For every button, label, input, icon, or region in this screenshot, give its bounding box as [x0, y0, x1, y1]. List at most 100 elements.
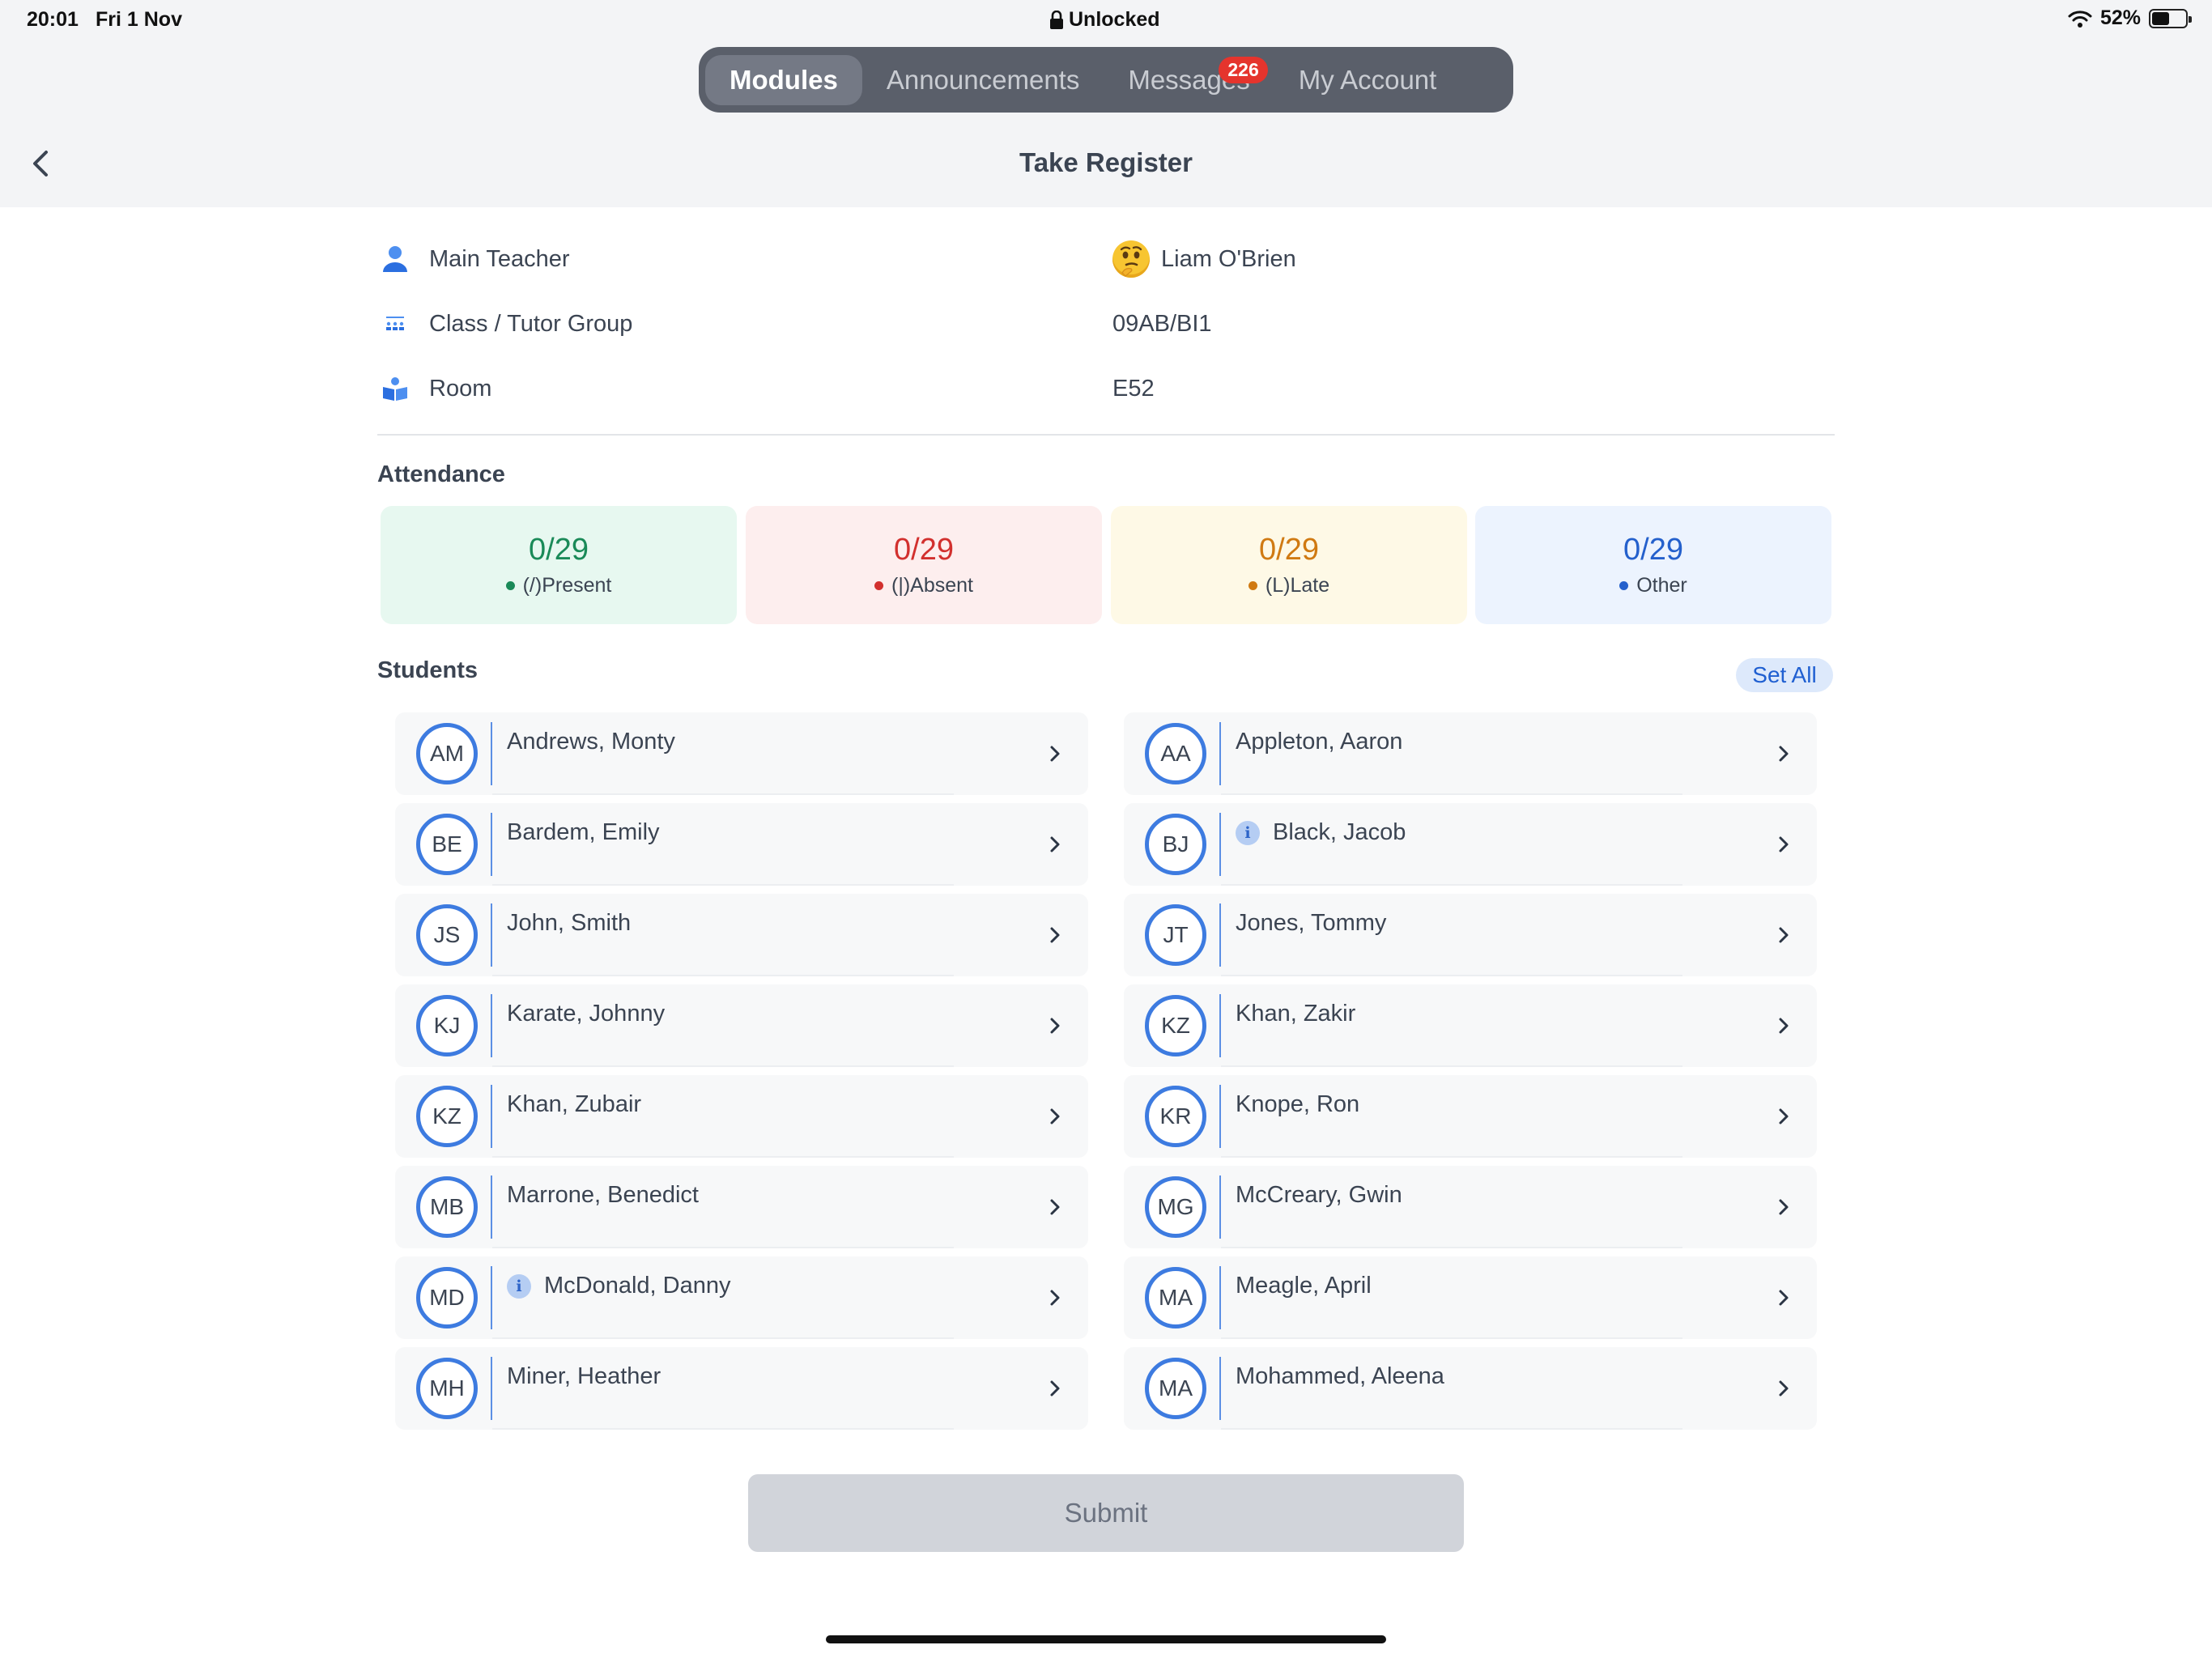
- student-row[interactable]: BJ i Black, Jacob: [1124, 803, 1817, 886]
- row-separator: [491, 1175, 492, 1239]
- student-name: Black, Jacob: [1273, 819, 1406, 845]
- home-indicator: [826, 1635, 1386, 1643]
- student-name-wrap: i McDonald, Danny: [507, 1273, 731, 1299]
- student-avatar: MH: [416, 1358, 478, 1419]
- student-avatar: KZ: [416, 1086, 478, 1147]
- info-icon[interactable]: i: [1236, 820, 1260, 845]
- wifi-icon: [2068, 10, 2092, 28]
- student-name-wrap: Khan, Zubair: [507, 1091, 641, 1118]
- tab-my-account[interactable]: My Account: [1274, 55, 1461, 105]
- tab-label: Modules: [730, 64, 838, 95]
- student-row[interactable]: KZ Khan, Zakir: [1124, 984, 1817, 1067]
- student-row[interactable]: AA Appleton, Aaron: [1124, 712, 1817, 795]
- student-row[interactable]: AM Andrews, Monty: [395, 712, 1088, 795]
- row-separator: [491, 1085, 492, 1148]
- main-teacher-row: Main Teacher: [377, 239, 570, 279]
- chevron-right-icon: [1050, 836, 1060, 852]
- student-row[interactable]: KR Knope, Ron: [1124, 1075, 1817, 1158]
- late-card[interactable]: 0/29 (L)Late: [1111, 506, 1467, 624]
- submit-button[interactable]: Submit: [748, 1474, 1464, 1552]
- student-row[interactable]: JT Jones, Tommy: [1124, 894, 1817, 976]
- chevron-right-icon: [1779, 927, 1789, 943]
- row-separator: [1219, 1357, 1221, 1420]
- status-dot: [1248, 581, 1257, 590]
- student-name-wrap: Jones, Tommy: [1236, 910, 1386, 937]
- chevron-right-icon: [1779, 1290, 1789, 1306]
- student-avatar: JT: [1145, 904, 1206, 966]
- info-icon[interactable]: i: [507, 1273, 531, 1299]
- student-row[interactable]: BE Bardem, Emily: [395, 803, 1088, 886]
- row-separator: [1219, 1175, 1221, 1239]
- status-dot: [1619, 581, 1629, 590]
- row-separator: [1219, 722, 1221, 785]
- student-avatar: KR: [1145, 1086, 1206, 1147]
- other-card[interactable]: 0/29 Other: [1475, 506, 1831, 624]
- student-row[interactable]: MB Marrone, Benedict: [395, 1166, 1088, 1248]
- room-label: Room: [429, 375, 492, 402]
- main-teacher-name: Liam O'Brien: [1161, 245, 1296, 272]
- row-separator: [491, 813, 492, 876]
- row-separator: [1219, 1266, 1221, 1329]
- main-teacher-label: Main Teacher: [429, 245, 570, 272]
- student-row[interactable]: KZ Khan, Zubair: [395, 1075, 1088, 1158]
- top-bar: 20:01 Fri 1 Nov Unlocked 52% Modules Ann…: [0, 0, 2212, 207]
- tab-messages[interactable]: Messages 226: [1104, 55, 1274, 105]
- late-count: 0/29: [1259, 533, 1319, 567]
- student-name: Jones, Tommy: [1236, 910, 1387, 936]
- tab-modules[interactable]: Modules: [705, 54, 862, 105]
- status-dot: [874, 581, 883, 590]
- student-name: Meagle, April: [1236, 1273, 1372, 1299]
- student-name: Miner, Heather: [507, 1363, 661, 1389]
- student-avatar: MG: [1145, 1176, 1206, 1238]
- student-row[interactable]: MA Mohammed, Aleena: [1124, 1347, 1817, 1430]
- student-name-wrap: McCreary, Gwin: [1236, 1182, 1402, 1209]
- student-name: Karate, Johnny: [507, 1001, 666, 1027]
- student-name-wrap: Andrews, Monty: [507, 729, 675, 755]
- chevron-right-icon: [1779, 1199, 1789, 1215]
- student-avatar: BE: [416, 814, 478, 875]
- student-name-wrap: Mohammed, Aleena: [1236, 1363, 1444, 1390]
- present-count: 0/29: [529, 533, 589, 567]
- other-label: Other: [1636, 574, 1687, 597]
- status-bar: 20:01 Fri 1 Nov Unlocked 52%: [0, 0, 2212, 39]
- thinking-face-icon: [1112, 240, 1150, 278]
- tab-announcements[interactable]: Announcements: [862, 55, 1104, 105]
- info-divider: [377, 434, 1835, 436]
- room-value: E52: [1112, 375, 1155, 402]
- student-row[interactable]: JS John, Smith: [395, 894, 1088, 976]
- student-avatar: MA: [1145, 1358, 1206, 1419]
- class-value: 09AB/BI1: [1112, 310, 1212, 337]
- page-title: Take Register: [1019, 147, 1193, 177]
- row-separator: [1219, 903, 1221, 967]
- student-row[interactable]: KJ Karate, Johnny: [395, 984, 1088, 1067]
- student-row[interactable]: MG McCreary, Gwin: [1124, 1166, 1817, 1248]
- class-label: Class / Tutor Group: [429, 310, 633, 337]
- absent-card[interactable]: 0/29 (|)Absent: [746, 506, 1102, 624]
- attendance-title: Attendance: [377, 461, 505, 487]
- tab-label: Announcements: [886, 64, 1080, 95]
- student-name: Andrews, Monty: [507, 729, 675, 755]
- status-time: 20:01: [27, 8, 79, 31]
- student-name-wrap: Karate, Johnny: [507, 1001, 665, 1027]
- students-title: Students: [377, 657, 479, 683]
- student-row[interactable]: MH Miner, Heather: [395, 1347, 1088, 1430]
- main-nav: Modules Announcements Messages 226 My Ac…: [699, 47, 1513, 113]
- absent-count: 0/29: [894, 533, 954, 567]
- student-row[interactable]: MA Meagle, April: [1124, 1256, 1817, 1339]
- chevron-right-icon: [1050, 1290, 1060, 1306]
- set-all-button[interactable]: Set All: [1736, 658, 1833, 692]
- battery-level: [2152, 11, 2169, 25]
- person-icon: [377, 241, 413, 277]
- student-row[interactable]: MD i McDonald, Danny: [395, 1256, 1088, 1339]
- student-name: Marrone, Benedict: [507, 1182, 699, 1208]
- chevron-right-icon: [1050, 746, 1060, 762]
- student-avatar: MB: [416, 1176, 478, 1238]
- student-name: McDonald, Danny: [544, 1273, 731, 1299]
- row-separator: [491, 1266, 492, 1329]
- main-teacher-value: Liam O'Brien: [1112, 239, 1296, 279]
- row-separator: [491, 722, 492, 785]
- student-avatar: KZ: [1145, 995, 1206, 1056]
- present-label-row: (/)Present: [505, 574, 611, 597]
- status-date: Fri 1 Nov: [96, 8, 182, 31]
- present-card[interactable]: 0/29 (/)Present: [381, 506, 737, 624]
